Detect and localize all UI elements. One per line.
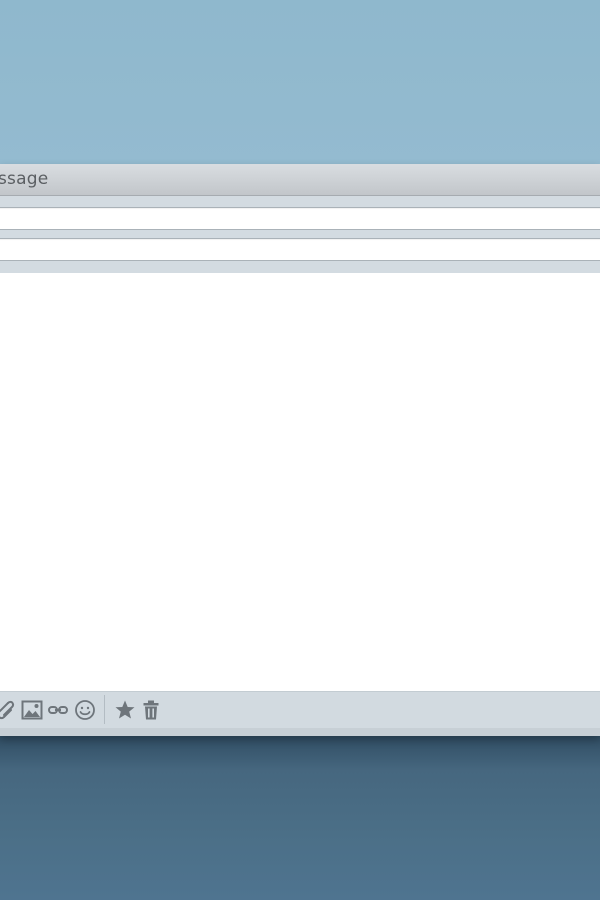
message-body-editor[interactable] [0, 274, 600, 692]
desktop-background-top [0, 0, 600, 170]
subject-field[interactable] [0, 238, 600, 261]
trash-icon[interactable] [139, 698, 163, 722]
compose-toolbar [0, 691, 600, 729]
star-icon[interactable] [113, 698, 137, 722]
recipient-field[interactable] [0, 207, 600, 230]
image-icon[interactable] [20, 698, 44, 722]
window-title: ssage [0, 169, 49, 189]
window-footer [0, 728, 600, 736]
desktop-background-bottom [0, 734, 600, 900]
emoji-icon[interactable] [73, 698, 97, 722]
toolbar-separator [104, 695, 105, 724]
compose-message-window: ssage [0, 164, 600, 736]
window-titlebar[interactable]: ssage [0, 164, 600, 196]
paperclip-icon[interactable] [0, 698, 16, 722]
header-fields-panel [0, 196, 600, 273]
link-icon[interactable] [46, 698, 70, 722]
